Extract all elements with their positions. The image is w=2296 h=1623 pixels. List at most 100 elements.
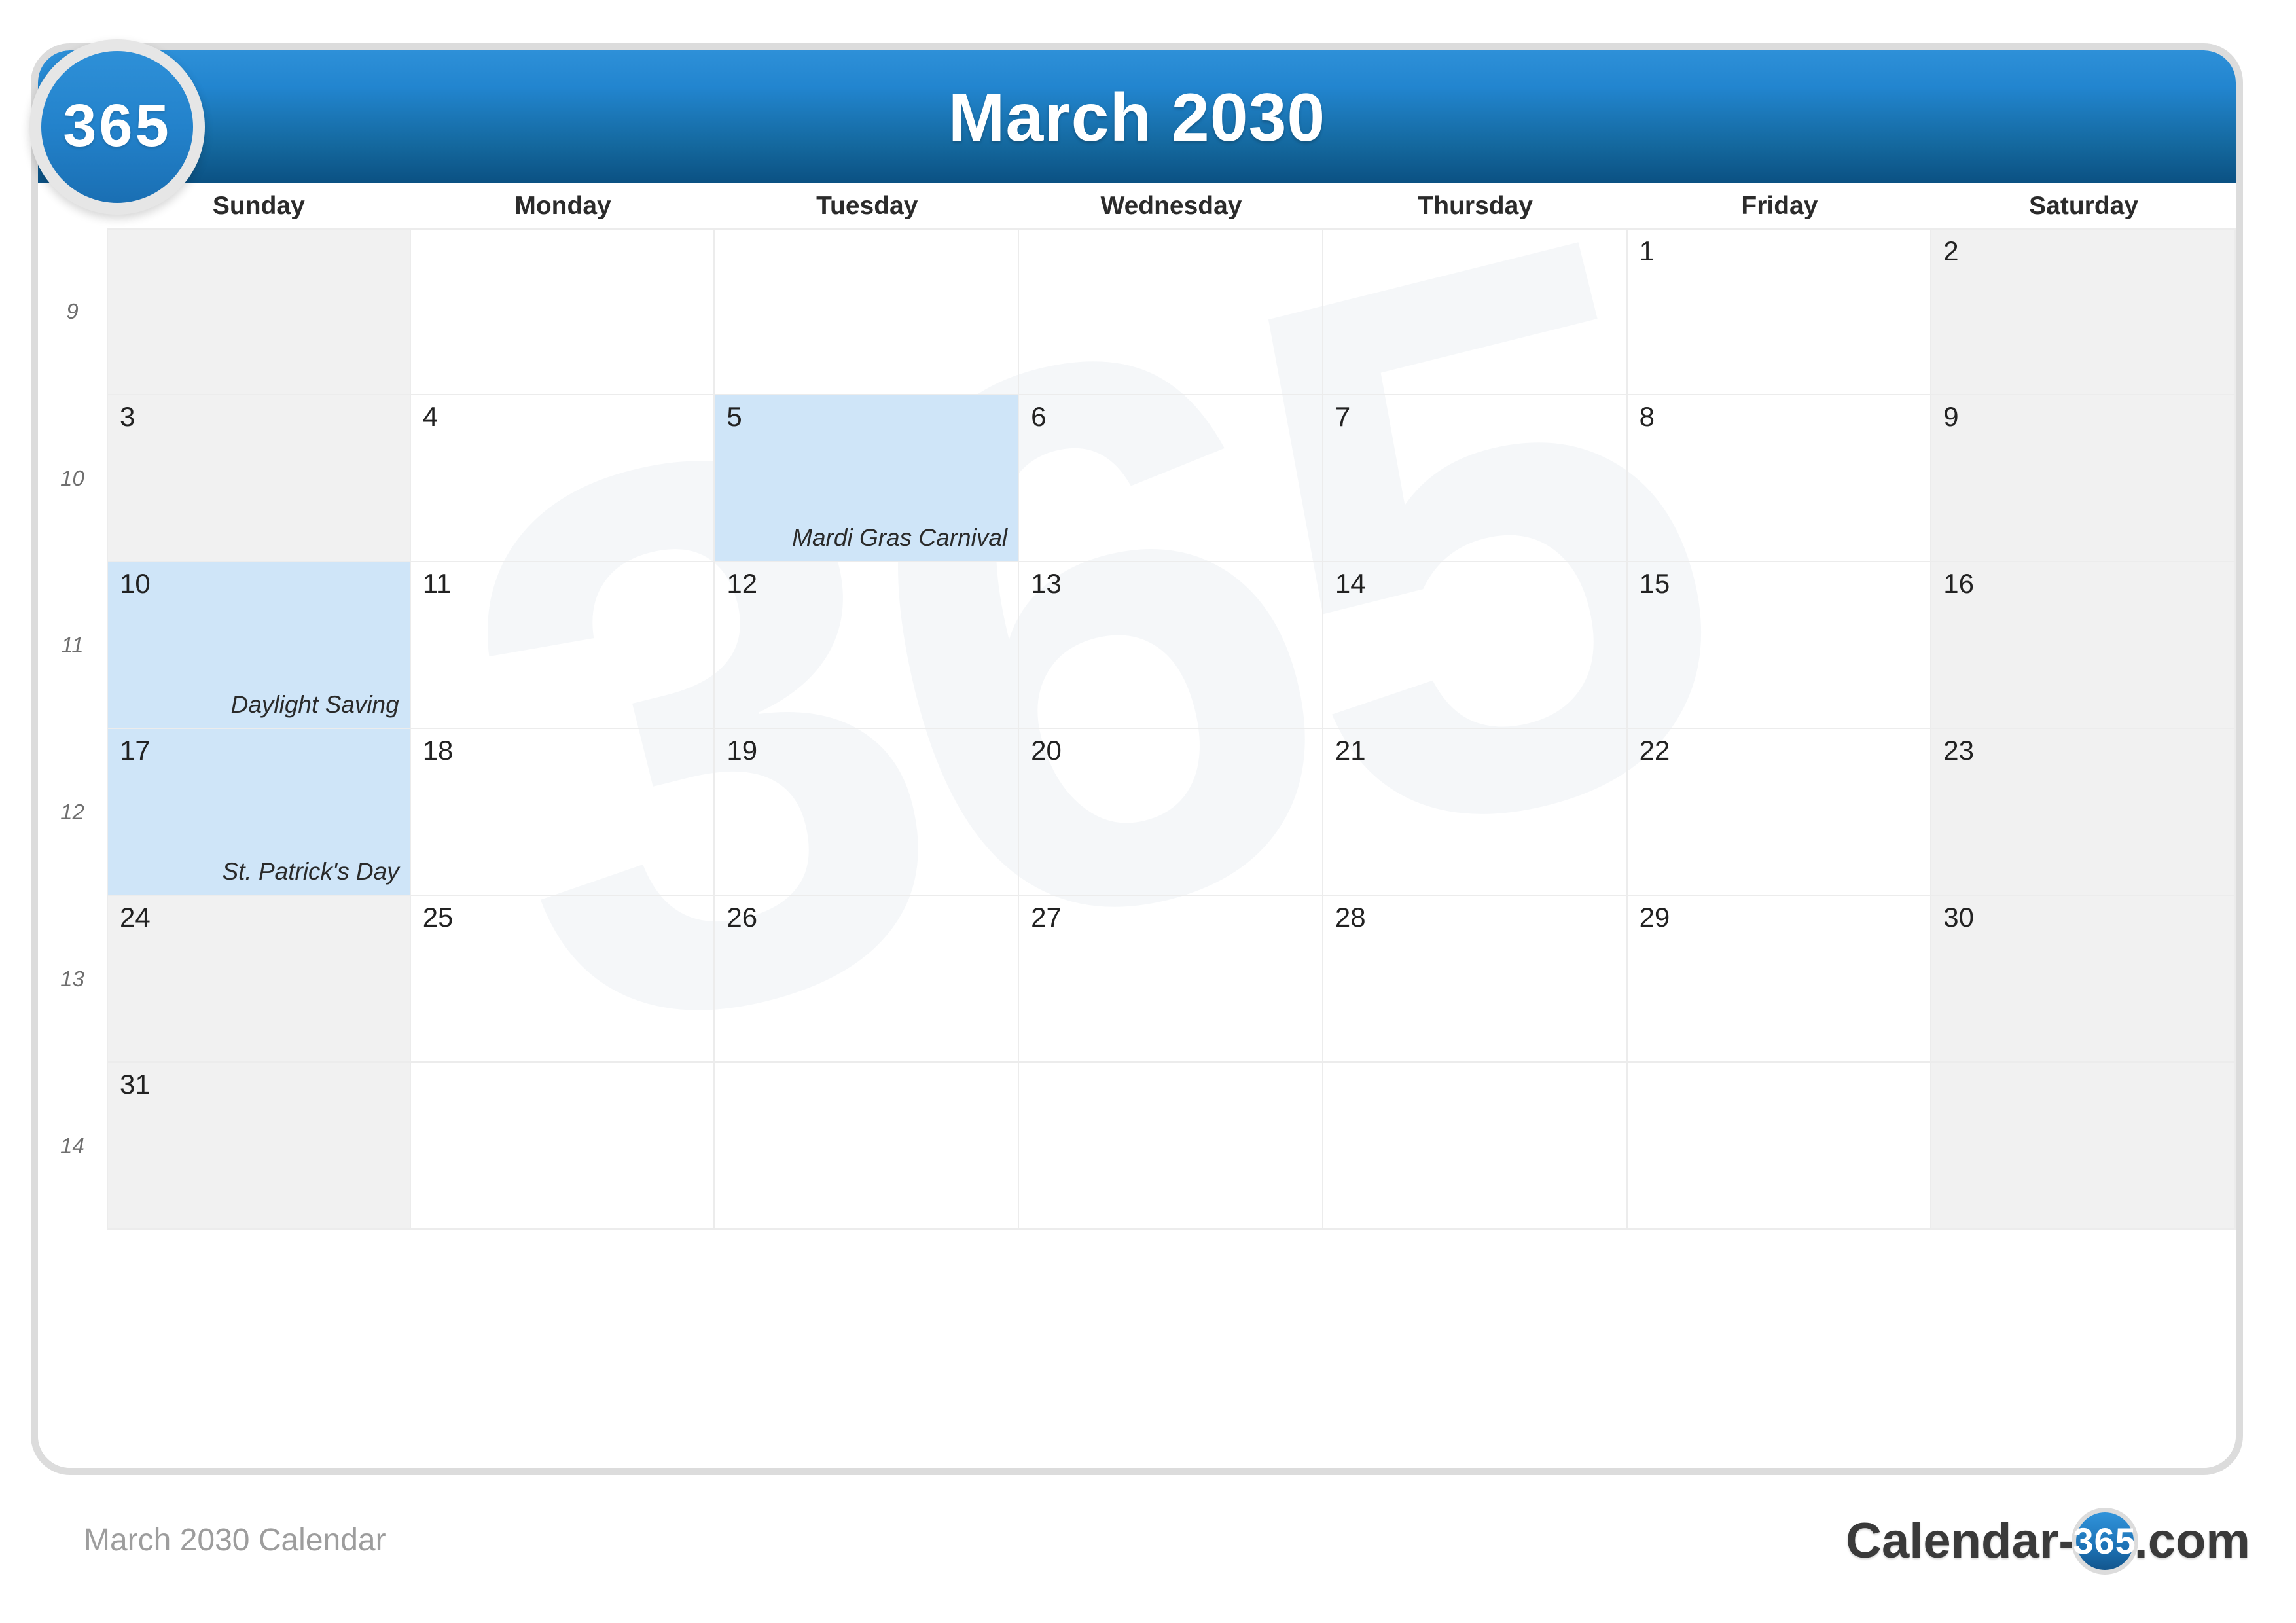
day-number: 5 — [726, 401, 742, 432]
day-cell-14[interactable]: 14 — [1323, 562, 1628, 729]
day-cell-12[interactable]: 12 — [715, 562, 1020, 729]
day-number: 4 — [422, 401, 439, 432]
day-cell-24[interactable]: 24 — [107, 896, 411, 1063]
day-cell-19[interactable]: 19 — [715, 729, 1020, 896]
weekday-header-wednesday: Wednesday — [1100, 192, 1242, 220]
calendar-card: March 2030 365 Sunday Monday Tuesday Wednes… — [31, 43, 2243, 1475]
day-number: 8 — [1639, 401, 1655, 432]
day-number: 11 — [422, 568, 452, 599]
weekday-header-saturday: Saturday — [2029, 192, 2139, 220]
day-cell-empty — [1019, 1063, 1323, 1230]
day-cell-empty — [1931, 1063, 2236, 1230]
day-number: 18 — [422, 735, 454, 766]
day-cell-empty — [1323, 1063, 1628, 1230]
day-number: 16 — [1943, 568, 1974, 599]
weekday-header-friday: Friday — [1741, 192, 1818, 220]
day-cell-23[interactable]: 23 — [1931, 729, 2236, 896]
day-number: 30 — [1943, 902, 1974, 933]
day-cell-3[interactable]: 3 — [107, 395, 411, 562]
day-number: 1 — [1639, 236, 1655, 266]
day-cell-28[interactable]: 28 — [1323, 896, 1628, 1063]
day-event-label[interactable]: St. Patrick's Day — [222, 858, 399, 885]
day-cell-empty — [1627, 1063, 1932, 1230]
day-number: 26 — [726, 902, 758, 933]
week-number-12: 12 — [60, 799, 84, 824]
day-number: 9 — [1943, 401, 1959, 432]
logo-suffix-text: .com — [2134, 1513, 2250, 1569]
day-cell-6[interactable]: 6 — [1019, 395, 1323, 562]
day-cell-29[interactable]: 29 — [1627, 896, 1932, 1063]
day-number: 28 — [1335, 902, 1366, 933]
day-cells-layer: 1 2 3 4 5 Mardi Gras Carnival 6 7 8 9 10 Daylight S… — [38, 183, 2236, 1468]
day-cell-empty — [410, 228, 715, 395]
day-cell-empty — [1323, 228, 1628, 395]
brand-365-badge-inner: 365 — [41, 51, 193, 203]
day-number: 12 — [726, 568, 758, 599]
day-cell-25[interactable]: 25 — [410, 896, 715, 1063]
day-cell-empty — [715, 228, 1020, 395]
day-number: 21 — [1335, 735, 1366, 766]
day-cell-7[interactable]: 7 — [1323, 395, 1628, 562]
day-cell-22[interactable]: 22 — [1627, 729, 1932, 896]
day-cell-18[interactable]: 18 — [410, 729, 715, 896]
calendar-header-bar: March 2030 — [38, 50, 2236, 183]
day-number: 17 — [120, 735, 151, 766]
day-cell-30[interactable]: 30 — [1931, 896, 2236, 1063]
day-cell-4[interactable]: 4 — [410, 395, 715, 562]
day-cell-empty — [715, 1063, 1020, 1230]
day-cell-empty — [107, 228, 411, 395]
day-cell-13[interactable]: 13 — [1019, 562, 1323, 729]
logo-365-circle-icon: 365 — [2071, 1508, 2138, 1575]
day-number: 25 — [422, 902, 454, 933]
day-cell-1[interactable]: 1 — [1627, 228, 1932, 395]
day-event-label[interactable]: Daylight Saving — [231, 691, 399, 719]
logo-365-circle-inner: 365 — [2073, 1512, 2136, 1570]
day-event-label[interactable]: Mardi Gras Carnival — [792, 524, 1007, 552]
day-cell-31[interactable]: 31 — [107, 1063, 411, 1230]
week-number-13: 13 — [60, 966, 84, 991]
day-cell-20[interactable]: 20 — [1019, 729, 1323, 896]
day-cell-8[interactable]: 8 — [1627, 395, 1932, 562]
day-number: 15 — [1639, 568, 1670, 599]
day-cell-27[interactable]: 27 — [1019, 896, 1323, 1063]
day-cell-15[interactable]: 15 — [1627, 562, 1932, 729]
calendar-365-logo[interactable]: Calendar- 365 .com — [1846, 1505, 2250, 1577]
footer-caption: March 2030 Calendar — [84, 1523, 386, 1558]
week-number-11: 11 — [61, 632, 84, 657]
week-number-14: 14 — [60, 1133, 84, 1158]
day-cell-10[interactable]: 10 Daylight Saving — [107, 562, 411, 729]
day-number: 2 — [1943, 236, 1959, 266]
day-cell-empty — [1019, 228, 1323, 395]
logo-prefix-text: Calendar- — [1846, 1513, 2075, 1569]
day-number: 13 — [1031, 568, 1062, 599]
day-number: 29 — [1639, 902, 1670, 933]
weekday-header-monday: Monday — [514, 192, 611, 220]
calendar-grid-area: 365 Sunday Monday Tuesday Wednesday Thursday… — [38, 74, 2236, 1468]
day-number: 23 — [1943, 735, 1974, 766]
day-cell-21[interactable]: 21 — [1323, 729, 1628, 896]
day-number: 22 — [1639, 735, 1670, 766]
week-number-9: 9 — [66, 298, 79, 323]
weekday-header-thursday: Thursday — [1418, 192, 1533, 220]
day-cell-empty — [410, 1063, 715, 1230]
day-number: 6 — [1031, 401, 1047, 432]
weekday-header-row: Sunday Monday Tuesday Wednesday Thursday Frid… — [38, 183, 2236, 228]
day-cell-2[interactable]: 2 — [1931, 228, 2236, 395]
day-number: 10 — [120, 568, 151, 599]
day-number: 27 — [1031, 902, 1062, 933]
day-cell-5[interactable]: 5 Mardi Gras Carnival — [715, 395, 1020, 562]
day-number: 19 — [726, 735, 758, 766]
day-cell-9[interactable]: 9 — [1931, 395, 2236, 562]
day-cell-11[interactable]: 11 — [410, 562, 715, 729]
day-number: 7 — [1335, 401, 1351, 432]
week-number-column: 9 10 11 12 13 14 — [38, 183, 107, 1468]
day-number: 24 — [120, 902, 151, 933]
brand-365-badge: 365 — [29, 39, 205, 215]
week-number-10: 10 — [60, 465, 84, 490]
day-cell-16[interactable]: 16 — [1931, 562, 2236, 729]
page-title: March 2030 — [948, 80, 1326, 156]
weekday-header-tuesday: Tuesday — [816, 192, 918, 220]
day-cell-26[interactable]: 26 — [715, 896, 1020, 1063]
day-cell-17[interactable]: 17 St. Patrick's Day — [107, 729, 411, 896]
day-number: 3 — [120, 401, 135, 432]
